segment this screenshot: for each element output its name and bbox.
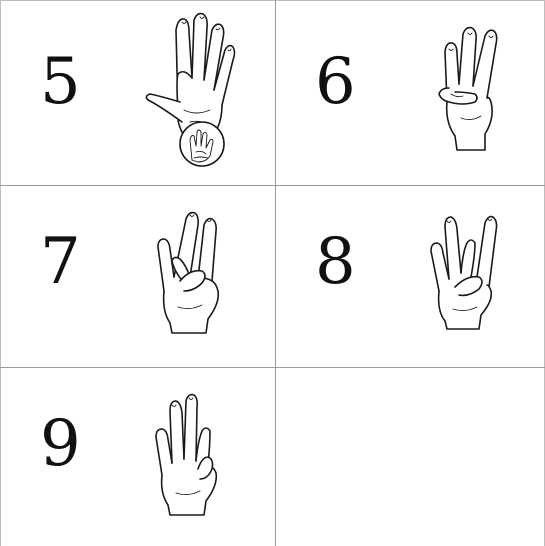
number-sign-card-grid: 5 6 7 8 9 — [0, 0, 545, 546]
empty-card-slot — [275, 367, 545, 546]
hand-sign-six-icon — [435, 22, 505, 152]
card-number-8: 8 — [275, 185, 545, 367]
hand-sign-nine-icon — [148, 389, 228, 519]
numeral-label: 6 — [315, 45, 356, 119]
numeral-label: 5 — [40, 45, 81, 119]
card-number-7: 7 — [0, 185, 275, 367]
hand-sign-seven-icon — [150, 207, 230, 337]
card-number-9: 9 — [0, 367, 275, 546]
numeral-label: 9 — [40, 407, 81, 481]
numeral-label: 8 — [315, 225, 356, 299]
hand-sign-eight-icon — [425, 207, 505, 332]
open-hand-five-fingers-icon — [140, 10, 240, 170]
card-number-6: 6 — [275, 0, 545, 185]
card-number-5: 5 — [0, 0, 275, 185]
numeral-label: 7 — [40, 225, 81, 299]
